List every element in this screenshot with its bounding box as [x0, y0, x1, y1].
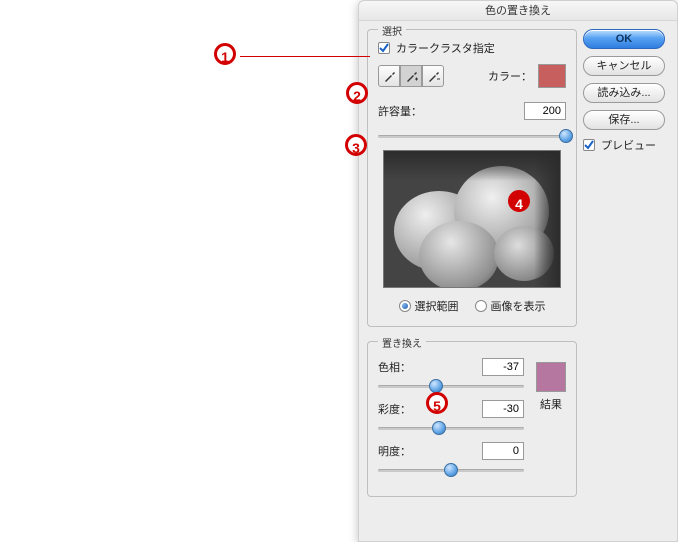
replace-legend: 置き換え: [378, 335, 426, 350]
saturation-input[interactable]: [482, 400, 524, 418]
tolerance-label: 許容量：: [378, 103, 422, 119]
annotation-marker-5: 5: [426, 392, 448, 414]
radio-selection[interactable]: 選択範囲: [399, 298, 459, 314]
selection-legend: 選択: [378, 23, 406, 38]
save-button[interactable]: 保存...: [583, 110, 665, 130]
selection-preview: [383, 150, 561, 288]
result-label: 結果: [536, 396, 566, 412]
replace-color-dialog: 色の置き換え 選択 カラークラスタ指定: [358, 0, 678, 542]
eyedropper-tool[interactable]: [378, 65, 400, 87]
color-label: カラー：: [488, 68, 532, 84]
hue-input[interactable]: [482, 358, 524, 376]
preview-label: プレビュー: [601, 137, 656, 153]
saturation-label: 彩度：: [378, 401, 411, 417]
replace-fieldset: 置き換え 色相： 彩度：: [367, 341, 577, 497]
eyedropper-subtract-tool[interactable]: [422, 65, 444, 87]
lightness-label: 明度：: [378, 443, 411, 459]
lightness-input[interactable]: [482, 442, 524, 460]
tolerance-slider[interactable]: [378, 128, 566, 144]
radio-show-image[interactable]: 画像を表示: [475, 298, 546, 314]
color-cluster-checkbox[interactable]: [378, 42, 390, 54]
saturation-slider[interactable]: [378, 420, 524, 436]
annotation-marker-3: 3: [345, 134, 367, 156]
result-color-swatch[interactable]: [536, 362, 566, 392]
color-cluster-label: カラークラスタ指定: [396, 40, 495, 56]
preview-checkbox[interactable]: [583, 139, 595, 151]
cancel-button[interactable]: キャンセル: [583, 56, 665, 76]
dialog-title: 色の置き換え: [359, 1, 677, 21]
eyedropper-add-tool[interactable]: [400, 65, 422, 87]
lightness-slider[interactable]: [378, 462, 524, 478]
selection-fieldset: 選択 カラークラスタ指定: [367, 29, 577, 327]
annotation-marker-4: 4: [508, 190, 530, 212]
annotation-line-1: [240, 56, 370, 57]
load-button[interactable]: 読み込み...: [583, 83, 665, 103]
annotation-marker-2: 2: [346, 82, 368, 104]
annotation-marker-1: 1: [214, 43, 236, 65]
tolerance-input[interactable]: [524, 102, 566, 120]
hue-label: 色相：: [378, 359, 411, 375]
hue-slider[interactable]: [378, 378, 524, 394]
ok-button[interactable]: OK: [583, 29, 665, 49]
source-color-swatch[interactable]: [538, 64, 566, 88]
